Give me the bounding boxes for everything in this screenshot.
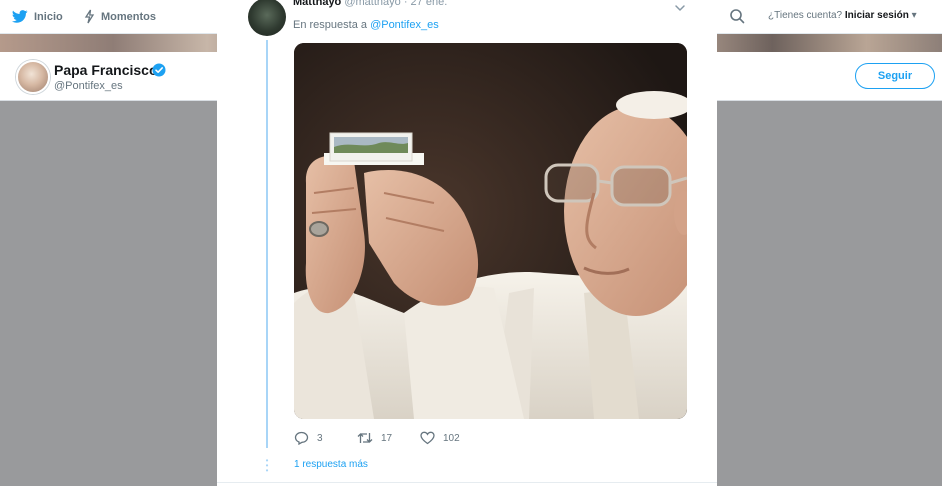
heart-icon: [420, 431, 435, 445]
tweet-author[interactable]: Matthayo @matthayo · 27 ene.: [293, 0, 447, 8]
chevron-down-icon[interactable]: [674, 2, 686, 14]
nav-moments-label: Momentos: [101, 10, 156, 23]
nav-home[interactable]: Inicio: [12, 0, 63, 33]
divider: [217, 482, 717, 483]
thread-line: [266, 40, 268, 448]
caret-down-icon: ▾: [911, 10, 917, 21]
tweet-author-name[interactable]: Matthayo: [293, 0, 341, 8]
tweet-date[interactable]: · 27 ene.: [404, 0, 447, 8]
tweet-author-handle: @matthayo: [344, 0, 401, 8]
verified-badge-icon: [152, 63, 166, 77]
photo-illustration: [294, 43, 687, 419]
login-prompt[interactable]: ¿Tienes cuenta? Iniciar sesión ▾: [768, 10, 917, 21]
reply-context: En respuesta a @Pontifex_es: [293, 19, 439, 31]
nav-moments[interactable]: Momentos: [84, 0, 156, 33]
retweet-icon: [357, 433, 373, 443]
login-link[interactable]: Iniciar sesión: [845, 10, 909, 21]
like-count: 102: [443, 432, 460, 444]
login-question: ¿Tienes cuenta?: [768, 10, 843, 21]
profile-name[interactable]: Papa Francisco: [54, 62, 158, 78]
reply-to-link[interactable]: @Pontifex_es: [370, 19, 439, 31]
retweet-count: 17: [381, 432, 393, 444]
nav-home-label: Inicio: [34, 10, 63, 23]
like-action[interactable]: 102: [420, 430, 460, 446]
profile-avatar[interactable]: [16, 60, 50, 94]
tweet-author-avatar[interactable]: [248, 0, 286, 36]
retweet-action[interactable]: 17: [357, 430, 392, 446]
lightning-icon: [84, 9, 95, 24]
tweet-modal: • • • Matthayo @matthayo · 27 ene. En resp…: [217, 0, 717, 486]
twitter-bird-icon: [12, 10, 28, 23]
reply-prefix: En respuesta a: [293, 19, 367, 31]
reply-icon: [294, 431, 309, 445]
reply-count: 3: [317, 432, 323, 444]
tweet-photo[interactable]: [294, 43, 687, 419]
profile-handle[interactable]: @Pontifex_es: [54, 80, 123, 92]
thread-dots: • • •: [265, 456, 269, 475]
more-replies-link[interactable]: 1 respuesta más: [294, 459, 368, 470]
reply-action[interactable]: 3: [294, 430, 323, 446]
search-icon[interactable]: [729, 8, 745, 24]
follow-button[interactable]: Seguir: [855, 63, 935, 89]
